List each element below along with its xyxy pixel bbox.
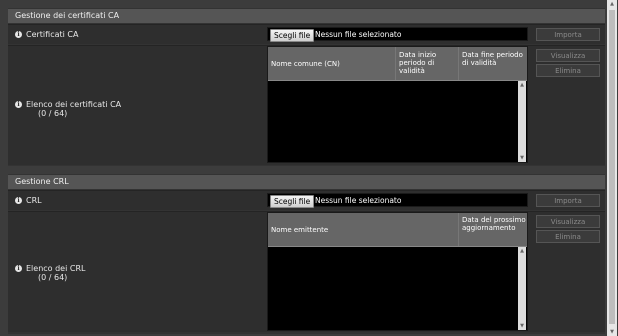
info-icon[interactable]: i <box>15 265 22 272</box>
ca-list-label: Elenco dei certificati CA <box>26 100 122 109</box>
crl-import-button[interactable]: Importa <box>536 194 600 207</box>
column-header-next-update[interactable]: Data del prossimo aggiornamento <box>459 213 528 246</box>
crl-file-label: CRL <box>26 196 42 205</box>
column-header-start-date[interactable]: Data inizio periodo di validità <box>396 47 459 80</box>
ca-table-header: Nome comune (CN) Data inizio periodo di … <box>268 47 527 81</box>
ca-view-button[interactable]: Visualizza <box>536 49 600 62</box>
scrollbar-thumb[interactable] <box>609 10 615 324</box>
ca-import-button[interactable]: Importa <box>536 28 600 41</box>
scroll-up-icon[interactable]: ▲ <box>608 1 616 7</box>
info-icon[interactable]: i <box>15 197 22 204</box>
crl-list-count: (0 / 64) <box>38 273 68 282</box>
crl-delete-button[interactable]: Elimina <box>536 230 600 243</box>
ca-table-scrollbar[interactable]: ▲ ▼ <box>518 81 526 162</box>
crl-table-header: Nome emittente Data del prossimo aggiorn… <box>268 213 527 247</box>
ca-section-header: Gestione dei certificati CA <box>8 9 605 23</box>
crl-view-button[interactable]: Visualizza <box>536 215 600 228</box>
column-header-end-date[interactable]: Data fine periodo di validità <box>459 47 528 80</box>
crl-table: Nome emittente Data del prossimo aggiorn… <box>267 212 528 331</box>
ca-list-count: (0 / 64) <box>38 109 68 118</box>
scroll-down-icon[interactable]: ▼ <box>608 329 616 335</box>
crl-section-header: Gestione CRL <box>8 175 605 189</box>
column-header-common-name[interactable]: Nome comune (CN) <box>268 47 396 80</box>
scroll-up-icon[interactable]: ▲ <box>518 82 526 88</box>
ca-delete-button[interactable]: Elimina <box>536 64 600 77</box>
scroll-up-icon[interactable]: ▲ <box>518 248 526 254</box>
crl-no-file-text: Nessun file selezionato <box>315 196 402 205</box>
ca-file-input[interactable]: Scegli file Nessun file selezionato <box>267 27 528 42</box>
crl-table-scrollbar[interactable]: ▲ ▼ <box>518 247 526 330</box>
info-icon[interactable]: i <box>15 31 22 38</box>
column-header-issuer[interactable]: Nome emittente <box>268 213 459 246</box>
ca-no-file-text: Nessun file selezionato <box>315 30 402 39</box>
ca-file-label: Certificati CA <box>26 30 79 39</box>
crl-file-input[interactable]: Scegli file Nessun file selezionato <box>267 193 528 208</box>
crl-list-label: Elenco dei CRL <box>26 264 86 273</box>
ca-choose-file-button[interactable]: Scegli file <box>270 29 315 42</box>
crl-choose-file-button[interactable]: Scegli file <box>270 195 315 208</box>
ca-cert-table: Nome comune (CN) Data inizio periodo di … <box>267 46 528 163</box>
page-scrollbar[interactable]: ▲ ▼ <box>607 0 617 336</box>
scroll-down-icon[interactable]: ▼ <box>518 155 526 161</box>
info-icon[interactable]: i <box>15 101 22 108</box>
scroll-down-icon[interactable]: ▼ <box>518 323 526 329</box>
